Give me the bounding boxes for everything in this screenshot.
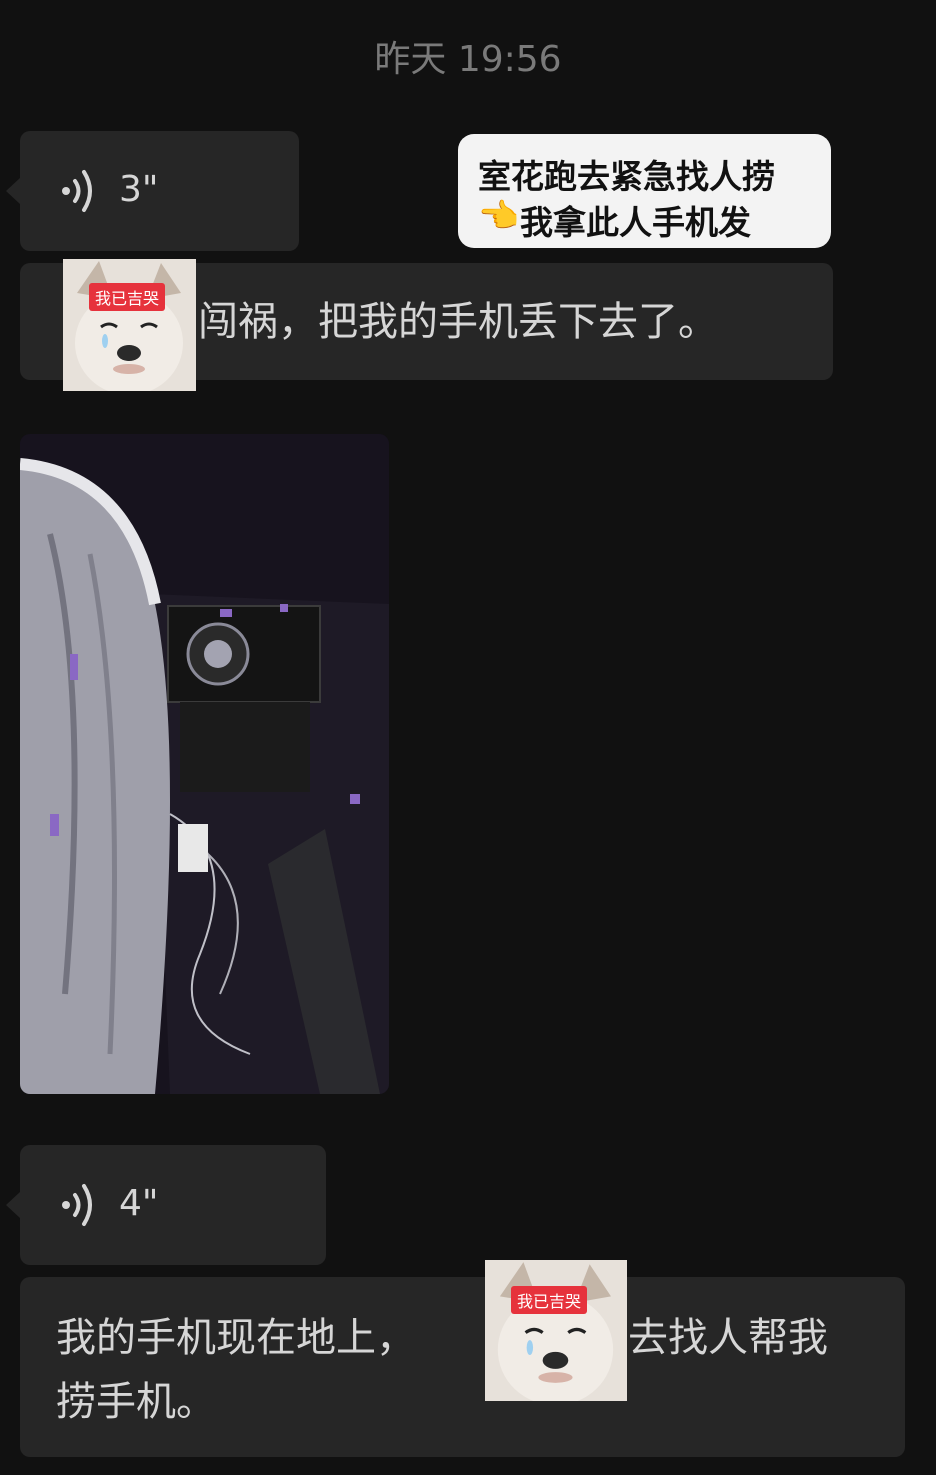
message-text-part-2: 去找人帮我 (628, 1315, 828, 1361)
dog-sticker-image (63, 259, 196, 391)
voice-wave-icon (62, 1184, 92, 1226)
message-text-line-2: 捞手机。 (56, 1379, 216, 1425)
bubble-tail (6, 178, 20, 204)
sticker-badge-text: 我已吉哭 (511, 1286, 588, 1314)
message-text: 闯祸，把我的手机丢下去了。 (198, 299, 718, 345)
voice-wave-icon (62, 170, 92, 212)
crying-dog-sticker[interactable]: 我已吉哭 (63, 259, 196, 391)
caption-line-1: 室花跑去紧急找人捞 (478, 157, 775, 196)
message-timestamp: 昨天 19:56 (374, 39, 562, 80)
pointing-left-emoji-icon: 👈 (478, 196, 520, 235)
photo-message[interactable] (20, 434, 389, 1094)
voice-duration: 4" (119, 1183, 159, 1224)
voice-message-bubble[interactable]: 4" (6, 1145, 326, 1265)
caption-overlay: 室花跑去紧急找人捞 👈 我拿此人手机发 (458, 134, 831, 248)
crying-dog-sticker[interactable]: 我已吉哭 (485, 1260, 627, 1401)
message-text-part-1: 我的手机现在地上， (56, 1315, 416, 1361)
sticker-badge-text: 我已吉哭 (89, 283, 166, 311)
voice-message-bubble[interactable]: 3" (6, 131, 299, 251)
text-message-bubble[interactable]: 我的手机现在地上， 去找人帮我 捞手机。 (20, 1277, 905, 1457)
caption-line-2: 我拿此人手机发 (520, 203, 751, 242)
dog-sticker-image (485, 1260, 627, 1401)
bubble-tail (6, 1192, 20, 1218)
voice-duration: 3" (119, 169, 159, 210)
photo-image (20, 434, 389, 1094)
